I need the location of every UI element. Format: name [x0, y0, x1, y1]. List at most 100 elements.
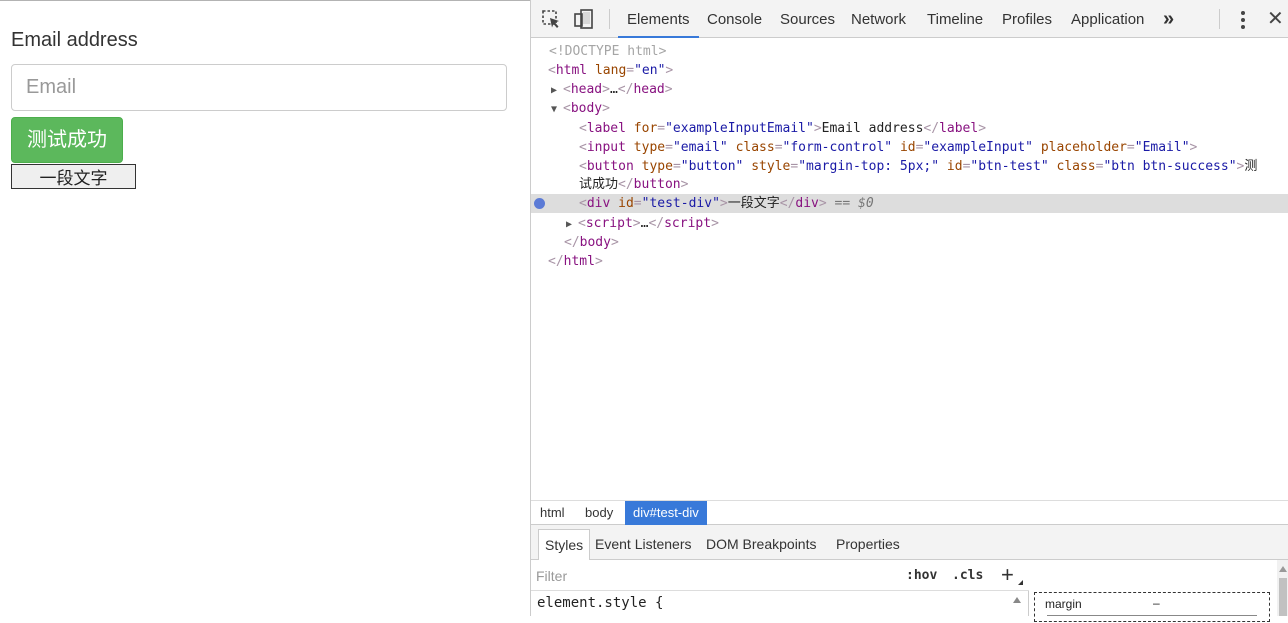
tag-name: label — [586, 121, 626, 136]
scrollbar-up-icon[interactable] — [1279, 566, 1287, 572]
tab-styles[interactable]: Styles — [538, 529, 591, 560]
attr-name: for — [633, 121, 658, 136]
scrollbar-thumb[interactable] — [1279, 578, 1287, 616]
customize-menu-icon[interactable] — [1237, 10, 1249, 30]
tab-event-listeners[interactable]: Event Listeners — [589, 529, 698, 560]
toolbar-divider — [609, 9, 610, 29]
breadcrumb-body[interactable]: body — [577, 501, 621, 525]
attr-name: type — [641, 159, 673, 174]
close-devtools-icon[interactable]: ✕ — [1267, 0, 1284, 38]
tag-name: input — [586, 140, 626, 155]
attr-value: "exampleInputEmail" — [665, 121, 814, 136]
tag-name: button — [633, 177, 681, 192]
box-model-margin[interactable]: margin – — [1034, 592, 1270, 622]
box-model-pane: margin – — [1030, 560, 1288, 622]
add-style-rule-icon[interactable]: + — [1001, 560, 1014, 591]
tab-network[interactable]: Network — [842, 0, 915, 38]
doctype-text: <!DOCTYPE html> — [549, 44, 667, 59]
styles-subtabs: Styles Event Listeners DOM Breakpoints P… — [531, 525, 1288, 560]
margin-label: margin — [1045, 597, 1082, 611]
tree-node-html-close[interactable]: </html> — [531, 252, 1288, 271]
tag-name: head — [570, 82, 603, 97]
breadcrumb-html[interactable]: html — [532, 501, 573, 525]
add-rule-menu-corner-icon — [1018, 580, 1023, 585]
device-toolbar-icon[interactable] — [573, 8, 595, 30]
attr-name: class — [735, 140, 775, 155]
attr-name: id — [899, 140, 916, 155]
breadcrumb: html body div#test-div — [531, 500, 1288, 525]
test-div: 一段文字 — [11, 164, 136, 189]
tree-node-head[interactable]: ▶ <head>…</head> — [531, 80, 1288, 99]
attr-value: "button" — [680, 159, 744, 174]
tag-name: html — [555, 63, 588, 78]
tab-profiles[interactable]: Profiles — [993, 0, 1061, 38]
cls-toggle[interactable]: .cls — [952, 560, 983, 591]
node-text: 测 — [1244, 159, 1258, 174]
attr-name: style — [751, 159, 791, 174]
test-success-button[interactable]: 测试成功 — [11, 117, 123, 163]
tab-properties[interactable]: Properties — [830, 529, 906, 560]
collapse-triangle-icon[interactable]: ▼ — [551, 100, 563, 119]
tree-node-button[interactable]: <button type="button" style="margin-top:… — [531, 157, 1288, 176]
node-text: 一段文字 — [727, 196, 780, 211]
email-label: Email address — [11, 29, 138, 51]
tree-node-doctype[interactable]: <!DOCTYPE html> — [531, 42, 1288, 61]
attr-name: id — [618, 196, 634, 211]
attr-value: "email" — [672, 140, 728, 155]
tree-node-body-close[interactable]: </body> — [531, 233, 1288, 252]
node-text: 试成功 — [579, 177, 619, 192]
expand-triangle-icon[interactable]: ▶ — [566, 215, 578, 234]
collapsed-ellipsis: … — [609, 82, 618, 97]
attr-value: "test-div" — [641, 196, 720, 211]
tag-name: body — [579, 235, 611, 250]
console-ref: == $0 — [834, 196, 874, 211]
scroll-up-icon[interactable] — [1013, 597, 1021, 603]
tab-dom-breakpoints[interactable]: DOM Breakpoints — [700, 529, 822, 560]
tree-node-div-selected[interactable]: <div id="test-div">一段文字</div> == $0 — [531, 194, 1288, 213]
attr-name: type — [633, 140, 666, 155]
tree-node-button-cont[interactable]: 试成功</button> — [531, 175, 1288, 194]
tree-node-input[interactable]: <input type="email" class="form-control"… — [531, 138, 1288, 157]
attr-name: id — [946, 159, 963, 174]
filter-bar: :hov .cls + — [531, 560, 1029, 591]
expand-triangle-icon[interactable]: ▶ — [551, 81, 563, 100]
breadcrumb-div-test-div[interactable]: div#test-div — [625, 501, 707, 525]
styles-filter-input[interactable] — [533, 564, 883, 588]
tree-node-html[interactable]: <html lang="en"> — [531, 61, 1288, 80]
tab-elements[interactable]: Elements — [618, 0, 699, 38]
tree-node-label[interactable]: <label for="exampleInputEmail">Email add… — [531, 119, 1288, 138]
attr-value: "margin-top: 5px;" — [798, 159, 940, 174]
attr-value: "form-control" — [782, 140, 893, 155]
tab-application[interactable]: Application — [1062, 0, 1153, 38]
toolbar-divider — [1219, 9, 1220, 29]
tree-node-body[interactable]: ▼ <body> — [531, 99, 1288, 118]
element-style-rule[interactable]: element.style { — [537, 595, 663, 611]
tag-name: script — [664, 216, 712, 231]
tree-node-script[interactable]: ▶ <script>…</script> — [531, 214, 1288, 233]
styles-pane: :hov .cls + element.style { — [531, 560, 1029, 616]
more-tabs-icon[interactable]: » — [1163, 0, 1174, 38]
tag-name: html — [563, 254, 595, 269]
box-model-border — [1047, 615, 1257, 623]
tag-name: div — [795, 196, 819, 211]
page-viewport: Email address 测试成功 一段文字 — [0, 0, 530, 616]
inspect-element-icon[interactable] — [540, 8, 562, 30]
attr-value: "exampleInput" — [923, 140, 1033, 155]
attr-name: class — [1056, 159, 1096, 174]
vertical-scrollbar[interactable] — [1277, 560, 1288, 616]
tab-timeline[interactable]: Timeline — [918, 0, 992, 38]
selected-node-dot-icon — [534, 198, 545, 209]
tab-console[interactable]: Console — [698, 0, 771, 38]
tab-sources[interactable]: Sources — [771, 0, 844, 38]
hov-toggle[interactable]: :hov — [906, 560, 937, 591]
elements-tree: <!DOCTYPE html> <html lang="en"> ▶ <head>… — [531, 38, 1288, 500]
devtools-toolbar: Elements Console Sources Network Timelin… — [531, 0, 1288, 38]
tag-name: body — [570, 101, 603, 116]
attr-value: "en" — [634, 63, 666, 78]
attr-value: "btn btn-success" — [1103, 159, 1237, 174]
node-text: Email address — [821, 121, 924, 136]
attr-value: "btn-test" — [970, 159, 1049, 174]
email-input[interactable] — [11, 64, 507, 111]
tag-name: div — [586, 196, 611, 211]
margin-value[interactable]: – — [1153, 596, 1160, 610]
